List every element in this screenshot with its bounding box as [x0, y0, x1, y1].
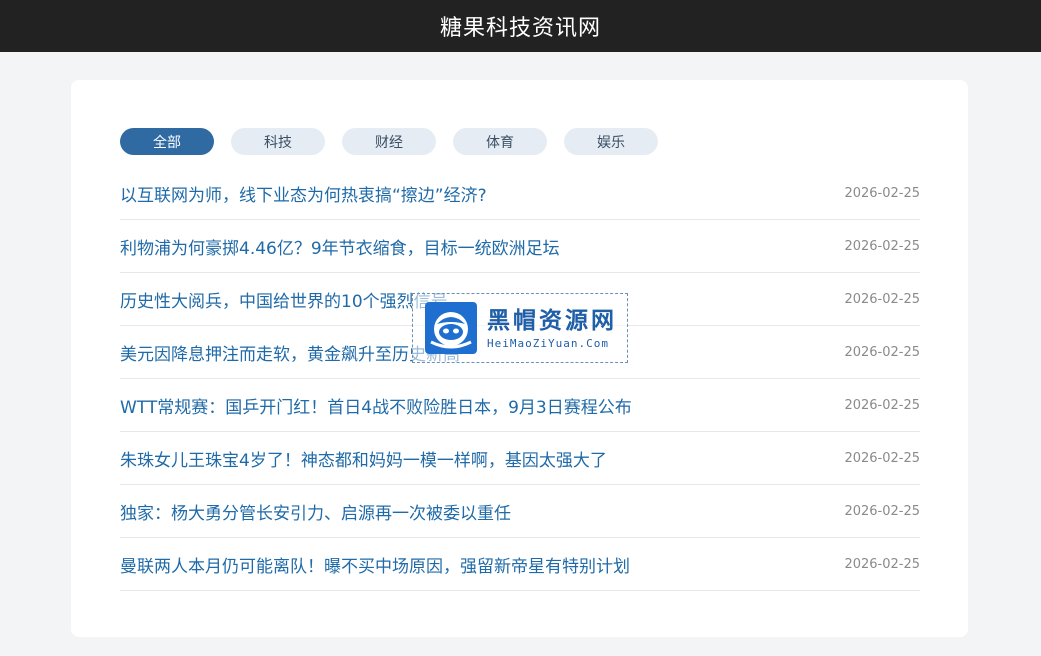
site-header: 糖果科技资讯网 [0, 0, 1041, 52]
article-date: 2026-02-25 [844, 238, 920, 254]
watermark-name-en: HeiMaoZiYuan.Com [487, 336, 609, 350]
tab-tech[interactable]: 科技 [231, 128, 325, 155]
article-title-link[interactable]: 朱珠女儿王珠宝4岁了！神态都和妈妈一模一样啊，基因太强大了 [120, 446, 607, 471]
article-title-link[interactable]: 利物浦为何豪掷4.46亿？9年节衣缩食，目标一统欧洲足坛 [120, 234, 560, 259]
article-date: 2026-02-25 [844, 450, 920, 466]
list-item: WTT常规赛：国乒开门红！首日4战不败险胜日本，9月3日赛程公布 2026-02… [120, 379, 920, 432]
tab-entertainment[interactable]: 娱乐 [564, 128, 658, 155]
list-item: 曼联两人本月仍可能离队！曝不买中场原因，强留新帝星有特别计划 2026-02-2… [120, 538, 920, 591]
watermark-name-cn: 黑帽资源网 [487, 307, 617, 334]
news-list: 以互联网为师，线下业态为何热衷搞“擦边”经济? 2026-02-25 利物浦为何… [120, 167, 920, 591]
article-date: 2026-02-25 [844, 344, 920, 360]
site-title: 糖果科技资讯网 [439, 16, 601, 41]
watermark-overlay: 黑帽资源网 HeiMaoZiYuan.Com [412, 293, 628, 363]
category-tabs: 全部 科技 财经 体育 娱乐 [120, 128, 658, 155]
list-item: 以互联网为师，线下业态为何热衷搞“擦边”经济? 2026-02-25 [120, 167, 920, 220]
list-item: 独家：杨大勇分管长安引力、启源再一次被委以重任 2026-02-25 [120, 485, 920, 538]
tab-sports[interactable]: 体育 [453, 128, 547, 155]
tab-all[interactable]: 全部 [120, 128, 214, 155]
article-date: 2026-02-25 [844, 503, 920, 519]
article-date: 2026-02-25 [844, 397, 920, 413]
article-date: 2026-02-25 [844, 185, 920, 201]
tab-finance[interactable]: 财经 [342, 128, 436, 155]
article-date: 2026-02-25 [844, 556, 920, 572]
list-item: 利物浦为何豪掷4.46亿？9年节衣缩食，目标一统欧洲足坛 2026-02-25 [120, 220, 920, 273]
article-title-link[interactable]: 历史性大阅兵，中国给世界的10个强烈信号 [120, 287, 448, 312]
article-title-link[interactable]: 独家：杨大勇分管长安引力、启源再一次被委以重任 [120, 499, 511, 524]
article-title-link[interactable]: WTT常规赛：国乒开门红！首日4战不败险胜日本，9月3日赛程公布 [120, 393, 632, 418]
hat-logo-icon [425, 302, 477, 354]
list-item: 朱珠女儿王珠宝4岁了！神态都和妈妈一模一样啊，基因太强大了 2026-02-25 [120, 432, 920, 485]
article-date: 2026-02-25 [844, 291, 920, 307]
article-title-link[interactable]: 以互联网为师，线下业态为何热衷搞“擦边”经济? [120, 181, 487, 206]
article-title-link[interactable]: 美元因降息押注而走软，黄金飙升至历史新高 [120, 340, 460, 365]
article-title-link[interactable]: 曼联两人本月仍可能离队！曝不买中场原因，强留新帝星有特别计划 [120, 552, 630, 577]
